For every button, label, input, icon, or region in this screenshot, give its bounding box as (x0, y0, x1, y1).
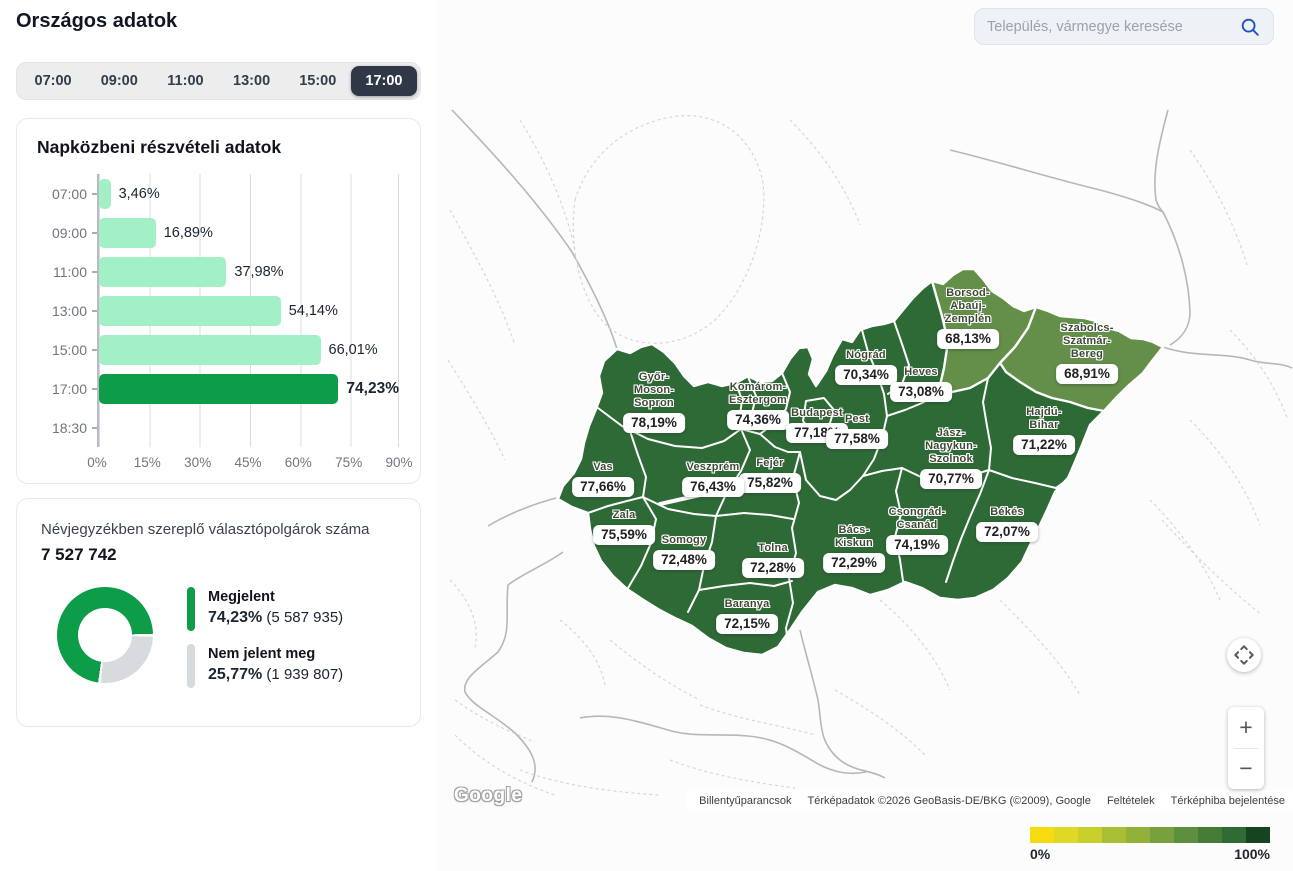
chart-bar-13:00 (99, 296, 281, 326)
x-tick-label: 0% (87, 455, 107, 470)
legend-color-bar (187, 587, 195, 631)
map-canvas[interactable]: Győr-Moson-Sopron78,19%Komárom-Esztergom… (436, 0, 1293, 871)
legend-item: Nem jelent meg 25,77% (1 939 807) (187, 644, 343, 688)
x-tick-label: 75% (335, 455, 362, 470)
chart-row-09:00: 09:0016,89% (97, 213, 399, 252)
legend-label: Megjelent (208, 587, 343, 605)
chart-value-label: 3,46% (119, 186, 160, 202)
pan-arrows-icon (1233, 644, 1255, 666)
chart-value-label: 66,01% (329, 342, 378, 358)
chart-time-label: 13:00 (35, 303, 87, 319)
x-tick-label: 60% (285, 455, 312, 470)
map-color-scale: 0% 100% (1030, 827, 1270, 862)
donut-legend: Megjelent 74,23% (5 587 935) Nem jelent me… (187, 587, 343, 701)
chart-time-label: 17:00 (35, 381, 87, 397)
axis-tick (92, 427, 97, 429)
axis-tick (92, 388, 97, 390)
chart-time-label: 07:00 (35, 186, 87, 202)
scale-min-label: 0% (1030, 846, 1050, 862)
chart-bar-15:00 (99, 335, 321, 365)
page-title: Országos adatok (16, 10, 177, 33)
chart-time-label: 09:00 (35, 225, 87, 241)
chart-bar-07:00 (99, 179, 111, 209)
legend-value: 74,23% (5 587 935) (208, 609, 343, 627)
chart-x-axis: 0%15%30%45%60%75%90% (97, 455, 399, 475)
chart-value-label: 54,14% (289, 303, 338, 319)
chart-row-15:00: 15:0066,01% (97, 330, 399, 369)
chart-row-18:30: 18:30 (97, 408, 399, 447)
time-tab-09:00[interactable]: 09:00 (86, 66, 152, 96)
hungary-county-map[interactable] (436, 0, 1293, 871)
chart-bar-09:00 (99, 218, 156, 248)
chart-bar-17:00 (99, 374, 338, 404)
zoom-out-button[interactable]: − (1228, 749, 1264, 790)
time-tab-11:00[interactable]: 11:00 (152, 66, 218, 96)
voters-card-title: Névjegyzékben szereplő választópolgárok … (41, 521, 396, 538)
time-tab-13:00[interactable]: 13:00 (219, 66, 285, 96)
chart-row-11:00: 11:0037,98% (97, 252, 399, 291)
keyboard-shortcuts-link[interactable]: Billentyűparancsok (699, 795, 791, 807)
chart-row-17:00: 17:0074,23% (97, 369, 399, 408)
scale-max-label: 100% (1234, 846, 1270, 862)
zoom-in-button[interactable]: + (1228, 707, 1264, 748)
chart-row-13:00: 13:0054,14% (97, 291, 399, 330)
chart-value-label: 37,98% (234, 264, 283, 280)
legend-value: 25,77% (1 939 807) (208, 666, 343, 684)
chart-bar-11:00 (99, 257, 226, 287)
legend-item: Megjelent 74,23% (5 587 935) (187, 587, 343, 631)
map-zoom-control: + − (1228, 707, 1264, 789)
report-map-error-link[interactable]: Térképhiba bejelentése (1171, 795, 1285, 807)
legend-label: Nem jelent meg (208, 644, 343, 662)
color-scale-gradient (1030, 827, 1270, 843)
pan-control-button[interactable] (1227, 638, 1261, 672)
map-data-copyright: Térképadatok ©2026 GeoBasis-DE/BKG (©200… (808, 795, 1091, 807)
axis-tick (92, 349, 97, 351)
legend-color-bar (187, 644, 195, 688)
x-tick-label: 90% (385, 455, 412, 470)
participation-card: Napközbeni részvételi adatok 07:003,46%0… (16, 118, 421, 484)
participation-bar-chart: 07:003,46%09:0016,89%11:0037,98%13:0054,… (97, 174, 399, 447)
time-tab-bar: 07:0009:0011:0013:0015:0017:00 (16, 62, 421, 100)
time-tab-15:00[interactable]: 15:00 (285, 66, 351, 96)
axis-tick (92, 310, 97, 312)
time-tab-07:00[interactable]: 07:00 (20, 66, 86, 96)
search-box[interactable] (974, 8, 1274, 45)
chart-value-label: 74,23% (346, 380, 399, 398)
chart-value-label: 16,89% (164, 225, 213, 241)
chart-time-label: 11:00 (35, 264, 87, 280)
legend-text: Nem jelent meg 25,77% (1 939 807) (208, 644, 343, 688)
turnout-donut-chart (57, 587, 153, 683)
map-attribution: Billentyűparancsok Térképadatok ©2026 Ge… (687, 791, 1293, 811)
page-root: Győr-Moson-Sopron78,19%Komárom-Esztergom… (0, 0, 1293, 871)
axis-tick (92, 232, 97, 234)
time-tab-17:00[interactable]: 17:00 (351, 66, 417, 96)
x-tick-label: 45% (234, 455, 261, 470)
axis-tick (92, 193, 97, 195)
voters-total-count: 7 527 742 (41, 545, 396, 565)
terms-link[interactable]: Feltételek (1107, 795, 1155, 807)
x-tick-label: 30% (184, 455, 211, 470)
x-tick-label: 15% (134, 455, 161, 470)
chart-time-label: 15:00 (35, 342, 87, 358)
axis-tick (92, 271, 97, 273)
chart-row-07:00: 07:003,46% (97, 174, 399, 213)
search-input[interactable] (987, 19, 1239, 35)
participation-card-title: Napközbeni részvételi adatok (37, 137, 400, 158)
google-logo[interactable]: Google (454, 785, 522, 807)
search-icon[interactable] (1239, 16, 1261, 38)
chart-time-label: 18:30 (35, 420, 87, 436)
legend-text: Megjelent 74,23% (5 587 935) (208, 587, 343, 631)
voters-card: Névjegyzékben szereplő választópolgárok … (16, 498, 421, 727)
